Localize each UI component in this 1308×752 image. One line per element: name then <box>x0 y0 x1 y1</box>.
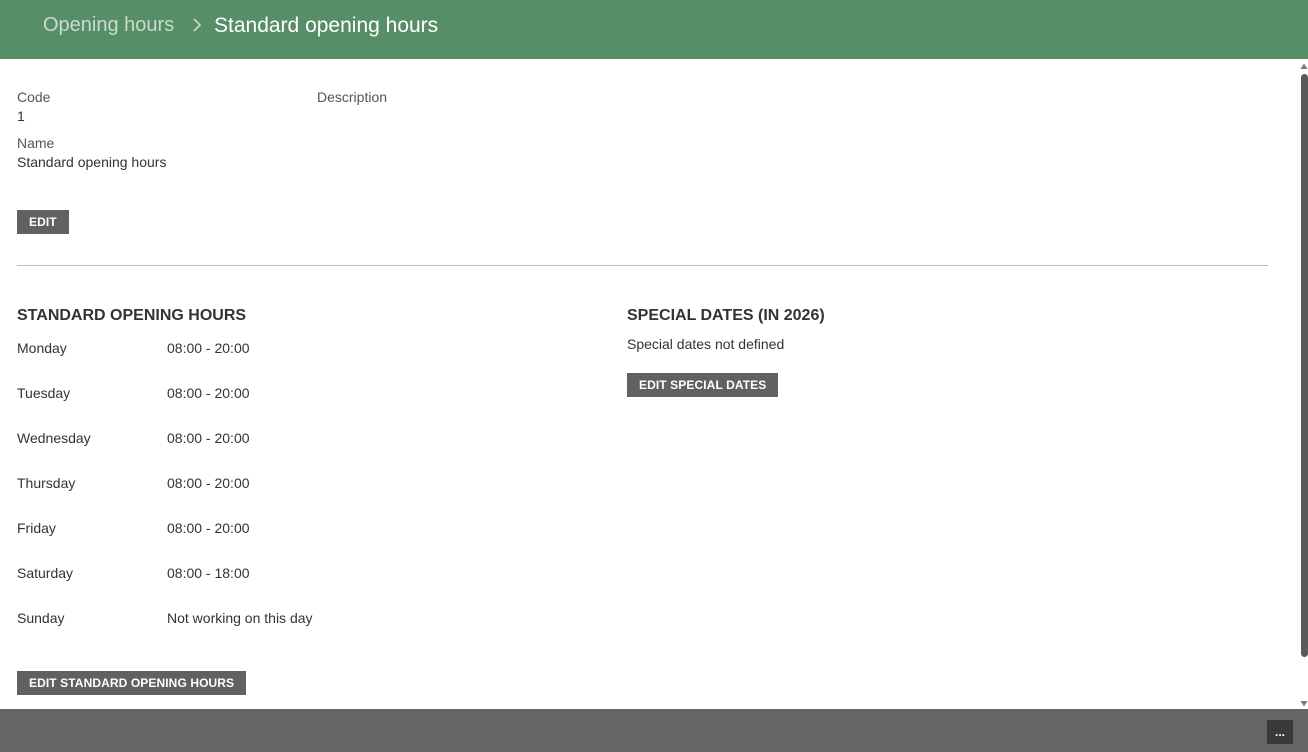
hours-value-friday: 08:00 - 20:00 <box>167 520 250 536</box>
standard-hours-title: STANDARD OPENING HOURS <box>17 307 247 324</box>
day-label-wednesday: Wednesday <box>17 430 91 446</box>
description-label: Description <box>317 89 388 105</box>
chevron-right-icon <box>193 18 202 32</box>
breadcrumb-opening-hours[interactable]: Opening hours <box>43 13 174 37</box>
hours-value-thursday: 08:00 - 20:00 <box>167 475 250 491</box>
more-options-button[interactable]: ... <box>1267 720 1293 744</box>
code-value: 1 <box>17 108 25 124</box>
app-footer <box>0 709 1308 752</box>
hours-value-saturday: 08:00 - 18:00 <box>167 565 250 581</box>
edit-special-dates-button[interactable]: EDIT SPECIAL DATES <box>627 373 779 397</box>
edit-button[interactable]: EDIT <box>17 210 69 234</box>
name-label: Name <box>17 135 55 151</box>
name-value: Standard opening hours <box>17 154 167 170</box>
hours-value-tuesday: 08:00 - 20:00 <box>167 385 250 401</box>
hours-value-monday: 08:00 - 20:00 <box>167 340 250 356</box>
day-label-saturday: Saturday <box>17 565 74 581</box>
page-title: Standard opening hours <box>214 14 439 37</box>
scrollbar-thumb[interactable] <box>1301 74 1308 657</box>
day-label-friday: Friday <box>17 520 56 536</box>
day-label-sunday: Sunday <box>17 610 65 626</box>
scroll-up-arrow-icon[interactable] <box>1300 62 1308 70</box>
edit-standard-hours-button[interactable]: EDIT STANDARD OPENING HOURS <box>17 671 247 695</box>
special-dates-status: Special dates not defined <box>627 336 785 352</box>
app-header: Opening hours Standard opening hours <box>0 0 1308 59</box>
main-content: Code 1 Description Name Standard opening… <box>0 59 1300 709</box>
scroll-down-arrow-icon[interactable] <box>1300 700 1308 708</box>
hours-value-wednesday: 08:00 - 20:00 <box>167 430 250 446</box>
day-label-tuesday: Tuesday <box>17 385 71 401</box>
day-label-monday: Monday <box>17 340 67 356</box>
section-divider <box>17 265 1268 266</box>
code-label: Code <box>17 89 51 105</box>
day-label-thursday: Thursday <box>17 475 76 491</box>
special-dates-title: SPECIAL DATES (IN 2026) <box>627 307 825 324</box>
hours-value-sunday: Not working on this day <box>167 610 313 626</box>
